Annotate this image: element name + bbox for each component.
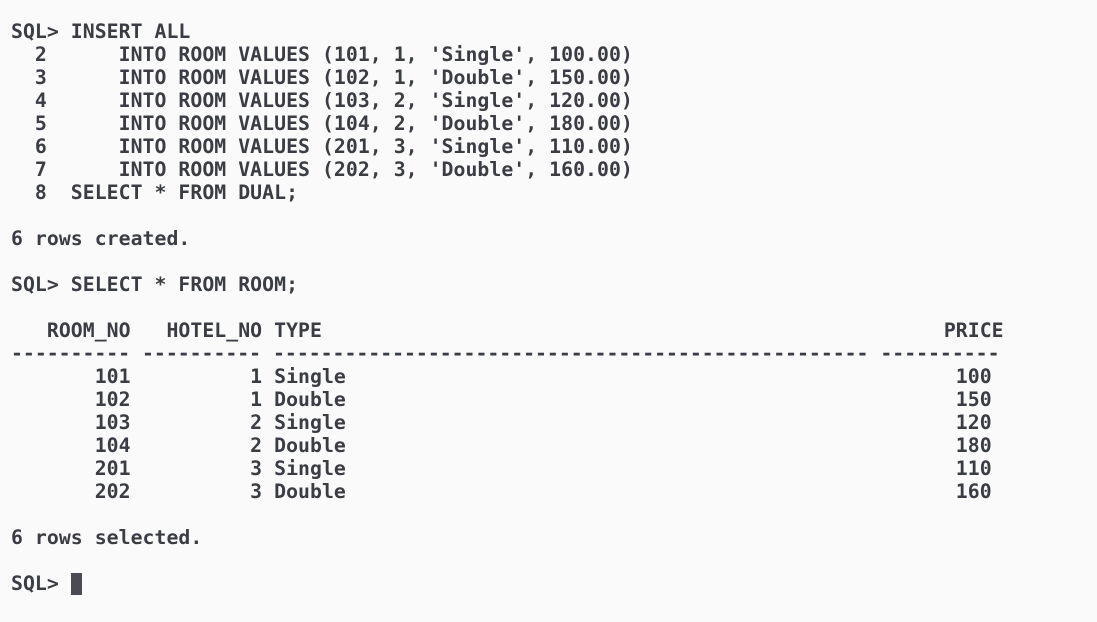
result-header: ROOM_NO HOTEL_NO TYPE PRICE bbox=[11, 319, 1004, 342]
table-row: 103 2 Single 120 bbox=[11, 411, 992, 434]
table-row: 201 3 Single 110 bbox=[11, 457, 992, 480]
sql-prompt: SQL> bbox=[11, 572, 71, 595]
result-separator: ---------- ---------- ------------------… bbox=[11, 342, 1000, 365]
command-line: 3 INTO ROOM VALUES (102, 1, 'Double', 15… bbox=[11, 66, 633, 89]
prompt-line[interactable]: SQL> bbox=[11, 572, 1097, 595]
insert-feedback: 6 rows created. bbox=[11, 227, 191, 250]
table-row: 102 1 Double 150 bbox=[11, 388, 992, 411]
command-line: 7 INTO ROOM VALUES (202, 3, 'Double', 16… bbox=[11, 158, 633, 181]
table-row: 202 3 Double 160 bbox=[11, 480, 992, 503]
command-line: 2 INTO ROOM VALUES (101, 1, 'Single', 10… bbox=[11, 43, 633, 66]
command-line: SQL> INSERT ALL bbox=[11, 20, 191, 43]
command-line: 5 INTO ROOM VALUES (104, 2, 'Double', 18… bbox=[11, 112, 633, 135]
select-command: SQL> SELECT * FROM ROOM; bbox=[11, 273, 299, 296]
select-feedback: 6 rows selected. bbox=[11, 526, 203, 549]
terminal-window[interactable]: SQL> INSERT ALL 2 INTO ROOM VALUES (101,… bbox=[0, 0, 1097, 622]
table-row: 104 2 Double 180 bbox=[11, 434, 992, 457]
command-line: 6 INTO ROOM VALUES (201, 3, 'Single', 11… bbox=[11, 135, 633, 158]
text-cursor[interactable] bbox=[70, 573, 82, 595]
command-line: 4 INTO ROOM VALUES (103, 2, 'Single', 12… bbox=[11, 89, 633, 112]
table-row: 101 1 Single 100 bbox=[11, 365, 992, 388]
command-line: 8 SELECT * FROM DUAL; bbox=[11, 181, 299, 204]
